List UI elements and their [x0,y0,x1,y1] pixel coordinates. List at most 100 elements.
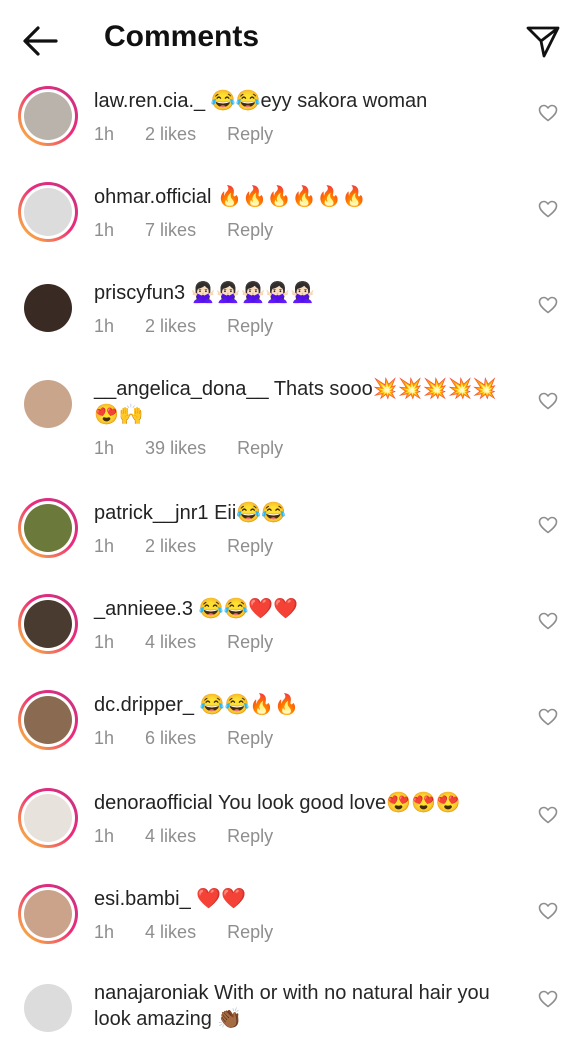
comment-body: priscyfun3 🙅🏻‍♀️🙅🏻‍♀️🙅🏻‍♀️🙅🏻‍♀️🙅🏻‍♀️ 1h … [94,280,514,337]
reply-button[interactable]: Reply [237,438,283,458]
reply-button[interactable]: Reply [227,632,273,652]
comment-time: 1h [94,438,115,458]
comment-likes[interactable]: 4 likes [145,922,196,942]
like-heart-icon[interactable] [538,392,558,410]
avatar[interactable] [18,594,78,654]
comment-username[interactable]: esi.bambi_ [94,888,191,910]
avatar[interactable] [18,884,78,944]
like-heart-icon[interactable] [538,296,558,314]
avatar[interactable] [18,182,78,242]
like-heart-icon[interactable] [538,200,558,218]
comment-username[interactable]: ohmar.official [94,186,211,208]
comment-meta: 1h 4 likes Reply [94,826,514,847]
comment-meta: 1h 2 likes Reply [94,124,514,145]
comment-time: 1h [94,316,115,336]
comment-username[interactable]: denoraofficial [94,792,213,814]
avatar-frame [21,693,75,747]
comment-meta: 1h 6 likes Reply [94,728,514,749]
comment-text: 🙅🏻‍♀️🙅🏻‍♀️🙅🏻‍♀️🙅🏻‍♀️🙅🏻‍♀️ [190,282,316,304]
comment-time: 1h [94,632,115,652]
comment-time: 1h [94,826,115,846]
comment-username[interactable]: priscyfun3 [94,282,185,304]
comment-item: patrick__jnr1 Eii😂😂 1h 2 likes Reply [0,488,588,584]
comment-username[interactable]: dc.dripper_ [94,694,194,716]
comment-item: dc.dripper_ 😂😂🔥🔥 1h 6 likes Reply [0,680,588,778]
avatar[interactable] [18,498,78,558]
avatar[interactable] [18,788,78,848]
comment-likes[interactable]: 6 likes [145,728,196,748]
comment-likes[interactable]: 4 likes [145,826,196,846]
like-heart-icon[interactable] [538,104,558,122]
comment-meta: 1h 7 likes Reply [94,220,514,241]
comment-meta: 1h 39 likes Reply [94,438,514,459]
comment-likes[interactable]: 39 likes [145,438,206,458]
avatar-frame [21,597,75,651]
avatar[interactable] [18,278,78,338]
comment-username[interactable]: law.ren.cia._ [94,90,205,112]
comment-item: _annieee.3 😂😂❤️❤️ 1h 4 likes Reply [0,584,588,680]
comment-item: ohmar.official 🔥🔥🔥🔥🔥🔥 1h 7 likes Reply [0,172,588,268]
comment-meta: 1h 4 likes Reply [94,632,514,653]
like-heart-icon[interactable] [538,806,558,824]
reply-button[interactable]: Reply [227,220,273,240]
avatar[interactable] [18,374,78,434]
avatar-image [24,600,72,648]
avatar-image [24,794,72,842]
avatar-image [24,380,72,428]
comment-item: __angelica_dona__ Thats sooo💥💥💥💥💥😍🙌 1h 3… [0,364,588,488]
reply-button[interactable]: Reply [227,316,273,336]
comment-body: esi.bambi_ ❤️❤️ 1h 4 likes Reply [94,886,514,943]
comment-line: esi.bambi_ ❤️❤️ [94,886,514,912]
comment-username[interactable]: nanajaroniak [94,982,209,1004]
comment-body: law.ren.cia._ 😂😂eyy sakora woman 1h 2 li… [94,88,514,145]
comment-body: patrick__jnr1 Eii😂😂 1h 2 likes Reply [94,500,514,557]
comment-line: law.ren.cia._ 😂😂eyy sakora woman [94,88,514,114]
avatar[interactable] [18,978,78,1038]
avatar-frame [21,89,75,143]
like-heart-icon[interactable] [538,708,558,726]
avatar-image [24,984,72,1032]
comment-body: _annieee.3 😂😂❤️❤️ 1h 4 likes Reply [94,596,514,653]
reply-button[interactable]: Reply [227,536,273,556]
back-arrow-icon[interactable] [20,24,60,58]
avatar[interactable] [18,86,78,146]
comment-likes[interactable]: 2 likes [145,316,196,336]
comment-username[interactable]: _annieee.3 [94,598,193,620]
page-title: Comments [104,20,260,53]
avatar-image [24,504,72,552]
avatar-image [24,92,72,140]
comment-line: _annieee.3 😂😂❤️❤️ [94,596,514,622]
like-heart-icon[interactable] [538,990,558,1008]
send-icon[interactable] [524,22,562,60]
avatar[interactable] [18,690,78,750]
reply-button[interactable]: Reply [227,922,273,942]
avatar-frame [21,981,75,1035]
avatar-image [24,696,72,744]
comment-likes[interactable]: 7 likes [145,220,196,240]
reply-button[interactable]: Reply [227,826,273,846]
comment-likes[interactable]: 2 likes [145,124,196,144]
comment-time: 1h [94,220,115,240]
comment-username[interactable]: patrick__jnr1 [94,502,209,524]
avatar-frame [21,501,75,555]
comment-item: nanajaroniak With or with no natural hai… [0,968,588,1038]
avatar-frame [21,377,75,431]
comment-line: nanajaroniak With or with no natural hai… [94,980,514,1032]
like-heart-icon[interactable] [538,902,558,920]
reply-button[interactable]: Reply [227,728,273,748]
avatar-image [24,284,72,332]
comment-username[interactable]: __angelica_dona__ [94,378,269,400]
comment-body: ohmar.official 🔥🔥🔥🔥🔥🔥 1h 7 likes Reply [94,184,514,241]
comment-body: denoraofficial You look good love😍😍😍 1h … [94,790,514,847]
like-heart-icon[interactable] [538,612,558,630]
avatar-frame [21,791,75,845]
reply-button[interactable]: Reply [227,124,273,144]
comment-likes[interactable]: 2 likes [145,536,196,556]
comment-item: esi.bambi_ ❤️❤️ 1h 4 likes Reply [0,874,588,968]
comment-line: denoraofficial You look good love😍😍😍 [94,790,514,816]
comment-body: nanajaroniak With or with no natural hai… [94,980,514,1063]
avatar-frame [21,887,75,941]
comment-time: 1h [94,728,115,748]
comment-likes[interactable]: 4 likes [145,632,196,652]
like-heart-icon[interactable] [538,516,558,534]
